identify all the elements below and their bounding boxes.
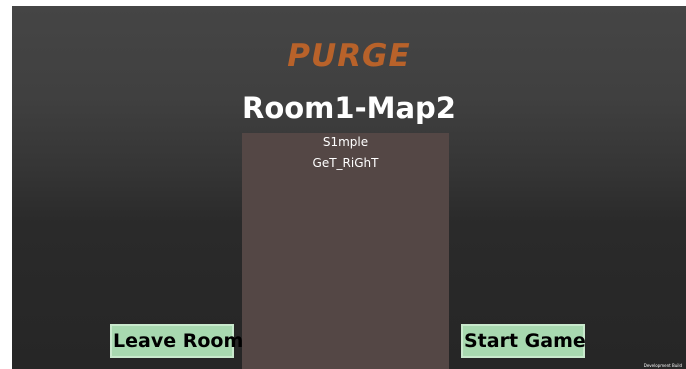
leave-room-button[interactable]: Leave Room [110,324,243,358]
player-list-item: S1mple [322,135,369,149]
player-list-item: GeT_RiGhT [312,156,379,170]
start-game-button[interactable]: Start Game [461,324,586,358]
game-viewport: PURGE Room1-Map2 S1mple GeT_RiGhT Leave … [12,6,686,369]
player-list-panel: S1mple GeT_RiGhT [242,133,449,369]
room-title: Room1-Map2 [242,91,456,125]
game-title: PURGE [287,38,411,74]
app-frame: PURGE Room1-Map2 S1mple GeT_RiGhT Leave … [0,0,686,369]
development-build-label: Development Build [643,363,682,368]
